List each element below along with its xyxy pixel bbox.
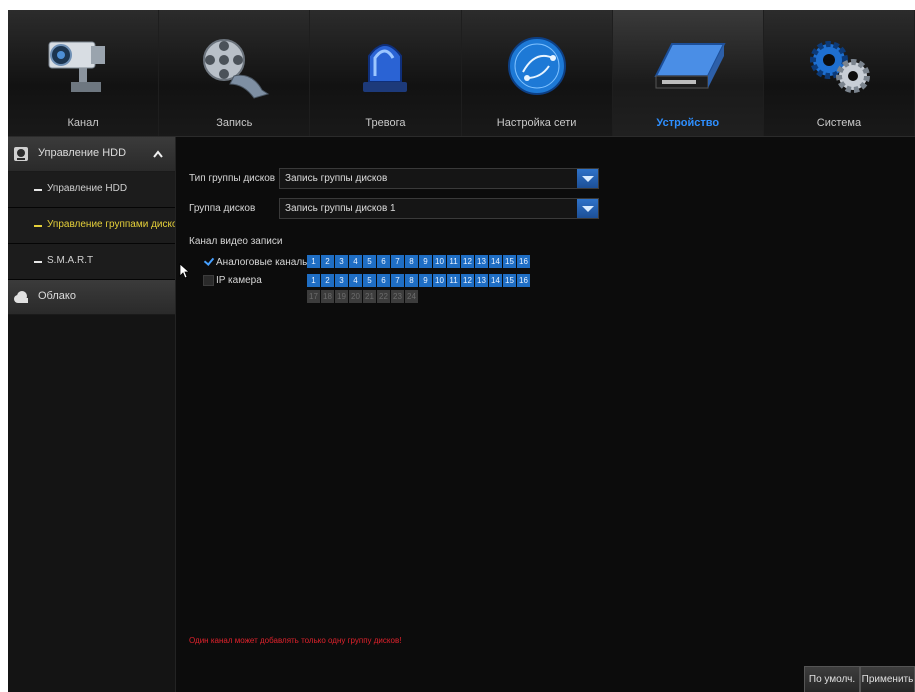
channel-checkbox[interactable]: 5 (363, 255, 376, 268)
channel-checkbox[interactable]: 15 (503, 255, 516, 268)
channel-checkbox[interactable]: 9 (419, 255, 432, 268)
channel-checkbox[interactable]: 10 (433, 274, 446, 287)
sidebar-item-hdd-management[interactable]: Управление HDD (8, 172, 175, 208)
tab-label: Настройка сети (496, 117, 577, 129)
channel-checkbox[interactable]: 14 (489, 274, 502, 287)
sidebar-hdd-header[interactable]: Управление HDD (8, 137, 175, 172)
channel-checkbox[interactable]: 15 (503, 274, 516, 287)
sidebar-hdd-header-label: Управление HDD (38, 147, 127, 159)
channel-checkbox[interactable]: 3 (335, 274, 348, 287)
channel-checkbox[interactable]: 8 (405, 255, 418, 268)
alarm-siren-icon (363, 44, 408, 92)
mouse-cursor-icon (179, 263, 189, 279)
chevron-down-icon (577, 199, 598, 218)
channel-checkbox[interactable]: 9 (419, 274, 432, 287)
channel-section-label: Канал видео записи (189, 236, 283, 247)
channel-checkbox[interactable]: 21 (363, 290, 376, 303)
ip-channel-list: 1 2 3 4 5 6 7 8 9 10 11 12 13 14 15 16 (307, 274, 531, 287)
ip-camera-label: IP камера (216, 275, 262, 286)
group-type-select[interactable]: Запись группы дисков (279, 168, 599, 189)
sidebar-item-smart[interactable]: S.M.A.R.T (8, 244, 175, 280)
network-globe-icon (507, 37, 566, 95)
channel-checkbox[interactable]: 19 (335, 290, 348, 303)
channel-checkbox[interactable]: 4 (349, 255, 362, 268)
cloud-icon (14, 291, 28, 303)
channel-checkbox[interactable]: 7 (391, 274, 404, 287)
chevron-up-icon (153, 150, 163, 158)
group-type-label: Тип группы дисков (189, 173, 276, 184)
channel-checkbox[interactable]: 3 (335, 255, 348, 268)
warning-message: Один канал может добавлять только одну г… (189, 636, 402, 645)
sidebar-item-label: S.M.A.R.T (47, 255, 94, 266)
tab-label: Тревога (365, 117, 406, 129)
channel-checkbox[interactable]: 18 (321, 290, 334, 303)
channel-checkbox[interactable]: 20 (349, 290, 362, 303)
chevron-down-icon (577, 169, 598, 188)
channel-checkbox[interactable]: 13 (475, 255, 488, 268)
channel-checkbox[interactable]: 12 (461, 274, 474, 287)
channel-checkbox[interactable]: 5 (363, 274, 376, 287)
ip-channel-list-extra: 17 18 19 20 21 22 23 24 (307, 290, 419, 303)
channel-checkbox[interactable]: 2 (321, 274, 334, 287)
tab-record[interactable]: Запись (159, 10, 311, 136)
channel-checkbox[interactable]: 14 (489, 255, 502, 268)
channel-checkbox[interactable]: 16 (517, 274, 530, 287)
channel-checkbox[interactable]: 10 (433, 255, 446, 268)
channel-checkbox[interactable]: 6 (377, 255, 390, 268)
tab-network[interactable]: Настройка сети (461, 10, 613, 136)
channel-checkbox[interactable]: 12 (461, 255, 474, 268)
film-reel-icon (203, 39, 270, 99)
tab-system[interactable]: Система (763, 10, 915, 136)
tab-device[interactable]: Устройство (612, 10, 764, 136)
ip-camera-checkbox[interactable] (203, 275, 214, 286)
channel-checkbox[interactable]: 24 (405, 290, 418, 303)
channel-checkbox[interactable]: 7 (391, 255, 404, 268)
channel-checkbox[interactable]: 16 (517, 255, 530, 268)
hdd-icon (14, 147, 28, 161)
disk-group-select[interactable]: Запись группы дисков 1 (279, 198, 599, 219)
channel-checkbox[interactable]: 13 (475, 274, 488, 287)
channel-checkbox[interactable]: 11 (447, 274, 460, 287)
camera-icon (48, 41, 106, 92)
tab-channel[interactable]: Канал (8, 10, 160, 136)
channel-checkbox[interactable]: 17 (307, 290, 320, 303)
group-type-value: Запись группы дисков (285, 173, 388, 184)
sidebar: Управление HDD Управление HDD Управление… (8, 137, 176, 692)
main-panel: Тип группы дисков Запись группы дисков Г… (176, 137, 915, 692)
analog-channels-checkbox[interactable] (203, 256, 213, 266)
tab-label: Запись (216, 117, 253, 129)
dash-icon (34, 225, 42, 227)
hard-drive-icon (654, 43, 726, 89)
channel-checkbox[interactable]: 1 (307, 255, 320, 268)
dash-icon (34, 261, 42, 263)
sidebar-item-disk-group-management[interactable]: Управление группами дисков (8, 208, 175, 244)
analog-channel-list: 1 2 3 4 5 6 7 8 9 10 11 12 13 14 15 16 (307, 255, 531, 268)
channel-checkbox[interactable]: 1 (307, 274, 320, 287)
sidebar-cloud-header-label: Облако (38, 290, 76, 302)
channel-checkbox[interactable]: 23 (391, 290, 404, 303)
channel-checkbox[interactable]: 8 (405, 274, 418, 287)
channel-checkbox[interactable]: 4 (349, 274, 362, 287)
channel-checkbox[interactable]: 6 (377, 274, 390, 287)
top-navigation: Канал Запись Тревога Настройка сети Устр… (8, 10, 915, 137)
tab-label: Канал (67, 117, 99, 129)
tab-label: Устройство (656, 117, 720, 129)
default-button[interactable]: По умолч. (804, 666, 860, 692)
channel-checkbox[interactable]: 11 (447, 255, 460, 268)
dash-icon (34, 189, 42, 191)
apply-button[interactable]: Применить (860, 666, 915, 692)
disk-group-label: Группа дисков (189, 203, 256, 214)
channel-checkbox[interactable]: 22 (377, 290, 390, 303)
analog-channels-label: Аналоговые каналы (216, 257, 310, 268)
dvr-screen: Канал Запись Тревога Настройка сети Устр… (8, 10, 915, 692)
tab-label: Система (816, 117, 862, 129)
gears-icon (809, 41, 870, 93)
sidebar-item-label: Управление HDD (47, 183, 128, 194)
sidebar-cloud-header[interactable]: Облако (8, 280, 175, 315)
sidebar-item-label: Управление группами дисков (47, 219, 175, 230)
channel-checkbox[interactable]: 2 (321, 255, 334, 268)
tab-alarm[interactable]: Тревога (310, 10, 462, 136)
disk-group-value: Запись группы дисков 1 (285, 203, 396, 214)
